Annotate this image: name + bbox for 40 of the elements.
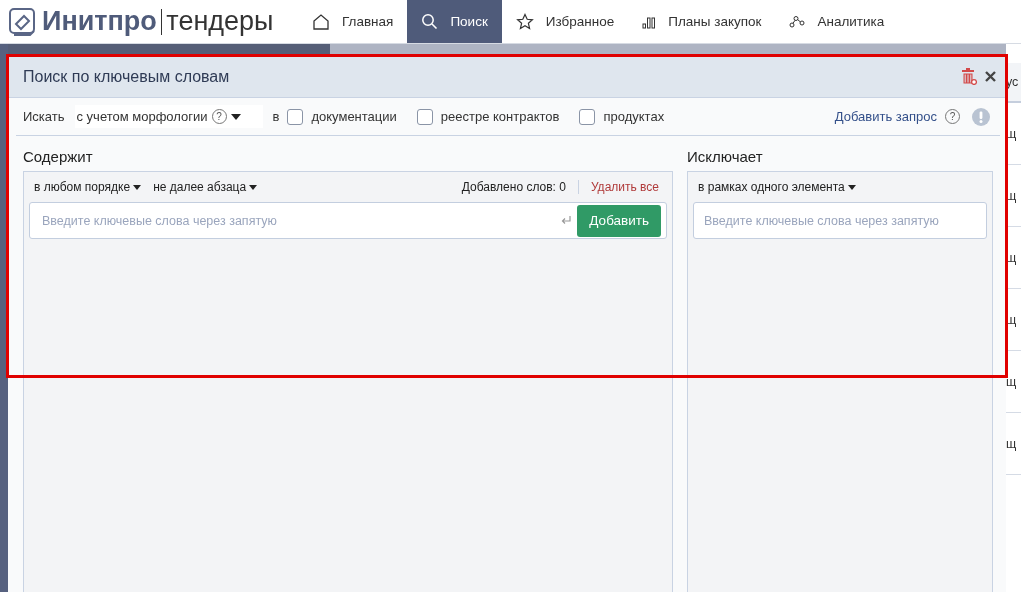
- nav-tab[interactable]: Поиск: [407, 0, 502, 43]
- section-heading: Содержит: [23, 148, 94, 165]
- search-icon: [421, 13, 439, 30]
- close-icon[interactable]: [985, 71, 996, 82]
- delete-all-link[interactable]: Удалить все: [590, 180, 667, 194]
- checkbox-label: продуктах: [603, 109, 665, 124]
- enter-icon: [561, 216, 572, 225]
- bar-chart-icon: [642, 14, 657, 29]
- checkbox[interactable]: [579, 108, 596, 125]
- nodes-icon: [789, 14, 806, 29]
- filter-dropdown[interactable]: в любом порядке: [34, 180, 142, 194]
- checkbox-label: документации: [311, 109, 397, 124]
- trash-icon[interactable]: [961, 68, 977, 85]
- word-count: Добавлено слов: 0: [461, 180, 579, 194]
- nav-tab[interactable]: Главная: [298, 0, 408, 43]
- add-query-link[interactable]: Добавить запрос: [834, 109, 937, 124]
- logo-brand: Инитпро: [42, 6, 157, 37]
- in-label: в: [272, 109, 280, 124]
- star-icon: [515, 12, 534, 31]
- nav-tab[interactable]: Аналитика: [775, 0, 899, 43]
- nav-tab[interactable]: Планы закупок: [628, 0, 776, 43]
- table-cell-fragment: щ: [1006, 374, 1017, 389]
- nav-tab[interactable]: Избранное: [501, 0, 629, 43]
- search-label: Искать: [23, 109, 65, 124]
- checkbox-label: реестре контрактов: [440, 109, 560, 124]
- logo-product: тендеры: [166, 6, 274, 37]
- checkbox[interactable]: [287, 108, 304, 125]
- search-mode-dropdown[interactable]: с учетом морфологии ?: [74, 105, 263, 128]
- dialog-title: Поиск по ключевым словам: [23, 67, 231, 86]
- checkbox[interactable]: [416, 108, 433, 125]
- home-icon: [312, 12, 330, 31]
- filter-dropdown[interactable]: в рамках одного элемента: [698, 180, 856, 194]
- exclamation-icon: [972, 107, 990, 126]
- keyword-field[interactable]: Введите ключевые слова через запятую: [693, 202, 987, 239]
- add-button[interactable]: Добавить: [577, 204, 661, 237]
- section-heading: Исключает: [687, 148, 764, 165]
- keyword-field[interactable]: Введите ключевые слова через запятую Добавить: [29, 202, 667, 239]
- table-cell-fragment: щ: [1006, 436, 1017, 451]
- filter-dropdown[interactable]: не далее абзаца: [153, 180, 258, 194]
- caret-icon: [230, 113, 241, 120]
